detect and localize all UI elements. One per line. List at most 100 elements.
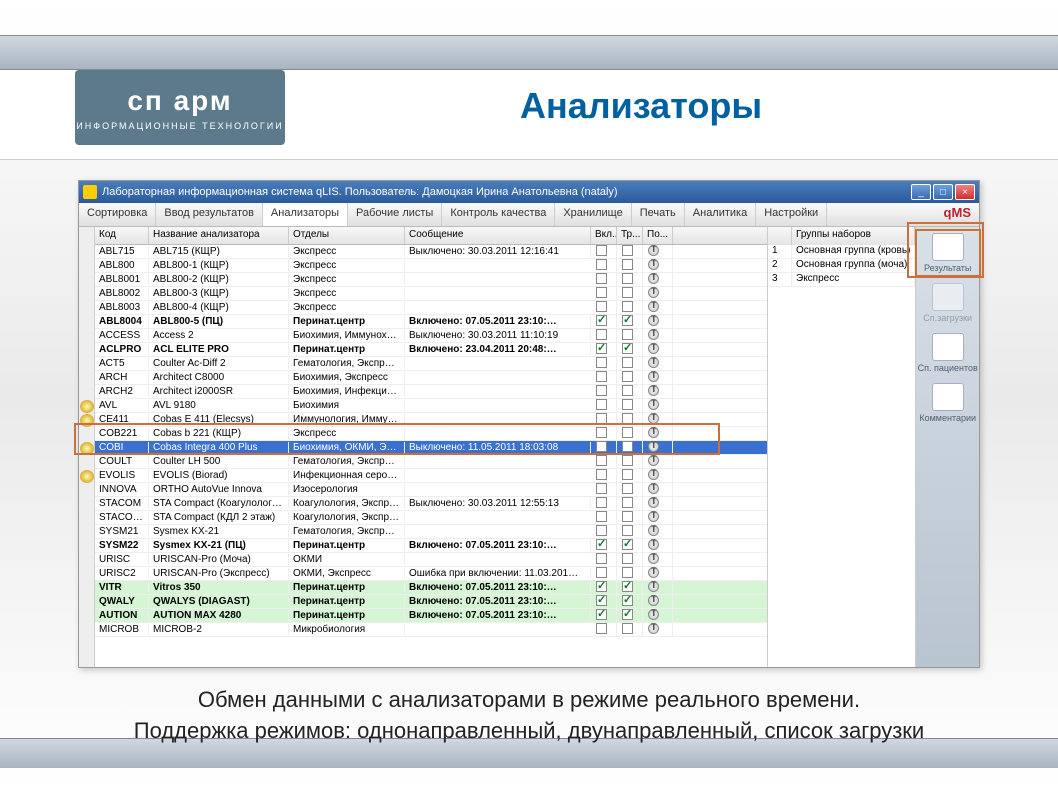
cell-tr[interactable] [617, 455, 643, 469]
cell-on[interactable] [591, 483, 617, 497]
cell-on[interactable] [591, 399, 617, 413]
col-header-msg[interactable]: Сообщение [405, 227, 591, 244]
cell-tr[interactable] [617, 581, 643, 595]
cell-po[interactable] [643, 413, 673, 427]
cell-on[interactable] [591, 553, 617, 567]
gutter-marker[interactable] [80, 470, 94, 483]
table-row[interactable]: STACOMSTA Compact (Коагулология)Коагулол… [95, 497, 767, 511]
cell-po[interactable] [643, 287, 673, 301]
table-row[interactable]: ACLPROACL ELITE PROПеринат.центрВключено… [95, 343, 767, 357]
cell-tr[interactable] [617, 469, 643, 483]
cell-tr[interactable] [617, 259, 643, 273]
cell-on[interactable] [591, 595, 617, 609]
table-row[interactable]: ABL8002ABL800-3 (КЩР)Экспресс [95, 287, 767, 301]
toolbar-tab-4[interactable]: Контроль качества [442, 203, 555, 226]
cell-tr[interactable] [617, 315, 643, 329]
cell-tr[interactable] [617, 553, 643, 567]
table-row[interactable]: ACT5Coulter Ac-Diff 2Гематология, Экспр… [95, 357, 767, 371]
cell-tr[interactable] [617, 427, 643, 441]
cell-on[interactable] [591, 567, 617, 581]
col-header-name[interactable]: Название анализатора [149, 227, 289, 244]
cell-on[interactable] [591, 273, 617, 287]
cell-po[interactable] [643, 511, 673, 525]
cell-tr[interactable] [617, 385, 643, 399]
window-titlebar[interactable]: Лабораторная информационная система qLIS… [79, 181, 979, 203]
table-row[interactable]: ABL8004ABL800-5 (ПЦ)Перинат.центрВключен… [95, 315, 767, 329]
table-row[interactable]: MICROBMICROB-2Микробиология [95, 623, 767, 637]
side-button[interactable]: Комментарии [917, 381, 979, 425]
window-close-button[interactable]: × [955, 184, 975, 200]
cell-tr[interactable] [617, 539, 643, 553]
cell-po[interactable] [643, 301, 673, 315]
table-body[interactable]: ABL715ABL715 (КЩР)ЭкспрессВыключено: 30.… [95, 245, 767, 667]
cell-po[interactable] [643, 385, 673, 399]
cell-tr[interactable] [617, 511, 643, 525]
cell-po[interactable] [643, 343, 673, 357]
cell-po[interactable] [643, 623, 673, 637]
cell-on[interactable] [591, 623, 617, 637]
cell-tr[interactable] [617, 399, 643, 413]
table-row[interactable]: COULTCoulter LH 500Гематология, Экспр… [95, 455, 767, 469]
toolbar-tab-3[interactable]: Рабочие листы [348, 203, 442, 226]
cell-tr[interactable] [617, 483, 643, 497]
cell-tr[interactable] [617, 287, 643, 301]
col-header-dept[interactable]: Отделы [289, 227, 405, 244]
cell-po[interactable] [643, 581, 673, 595]
toolbar-tab-7[interactable]: Аналитика [685, 203, 756, 226]
window-minimize-button[interactable]: _ [911, 184, 931, 200]
cell-po[interactable] [643, 595, 673, 609]
table-row[interactable]: ABL715ABL715 (КЩР)ЭкспрессВыключено: 30.… [95, 245, 767, 259]
cell-tr[interactable] [617, 413, 643, 427]
toolbar-tab-0[interactable]: Сортировка [79, 203, 156, 226]
cell-po[interactable] [643, 525, 673, 539]
cell-po[interactable] [643, 567, 673, 581]
cell-po[interactable] [643, 553, 673, 567]
cell-on[interactable] [591, 259, 617, 273]
cell-on[interactable] [591, 455, 617, 469]
table-row[interactable]: INNOVAORTHO AutoVue InnovaИзосерология [95, 483, 767, 497]
cell-po[interactable] [643, 371, 673, 385]
cell-po[interactable] [643, 441, 673, 455]
cell-tr[interactable] [617, 525, 643, 539]
col-header-tr[interactable]: Тр... [617, 227, 643, 244]
table-row[interactable]: CE411Cobas E 411 (Elecsys)Иммунология, И… [95, 413, 767, 427]
cell-on[interactable] [591, 539, 617, 553]
cell-tr[interactable] [617, 301, 643, 315]
toolbar-tab-5[interactable]: Хранилище [555, 203, 631, 226]
cell-po[interactable] [643, 329, 673, 343]
col-header-grp-name[interactable]: Группы наборов [792, 227, 915, 245]
table-row[interactable]: COB221Cobas b 221 (КЩР)Экспресс [95, 427, 767, 441]
col-header-on[interactable]: Вкл... [591, 227, 617, 244]
cell-on[interactable] [591, 329, 617, 343]
gutter-marker[interactable] [80, 400, 94, 413]
cell-on[interactable] [591, 371, 617, 385]
cell-on[interactable] [591, 245, 617, 259]
cell-on[interactable] [591, 385, 617, 399]
toolbar-tab-2[interactable]: Анализаторы [263, 203, 348, 226]
cell-on[interactable] [591, 301, 617, 315]
cell-on[interactable] [591, 343, 617, 357]
cell-po[interactable] [643, 427, 673, 441]
cell-po[interactable] [643, 245, 673, 259]
cell-tr[interactable] [617, 441, 643, 455]
gutter-marker[interactable] [80, 442, 94, 455]
gutter-marker[interactable] [80, 414, 94, 427]
group-row[interactable]: 2Основная группа (моча) [768, 259, 915, 273]
cell-tr[interactable] [617, 609, 643, 623]
col-header-code[interactable]: Код [95, 227, 149, 244]
cell-po[interactable] [643, 539, 673, 553]
cell-on[interactable] [591, 357, 617, 371]
cell-po[interactable] [643, 609, 673, 623]
cell-on[interactable] [591, 441, 617, 455]
cell-tr[interactable] [617, 497, 643, 511]
cell-po[interactable] [643, 483, 673, 497]
cell-po[interactable] [643, 259, 673, 273]
cell-po[interactable] [643, 273, 673, 287]
cell-po[interactable] [643, 357, 673, 371]
table-row[interactable]: QWALYQWALYS (DIAGAST)Перинат.центрВключе… [95, 595, 767, 609]
cell-on[interactable] [591, 427, 617, 441]
group-row[interactable]: 1Основная группа (кровь) [768, 245, 915, 259]
cell-tr[interactable] [617, 245, 643, 259]
window-maximize-button[interactable]: □ [933, 184, 953, 200]
cell-tr[interactable] [617, 357, 643, 371]
